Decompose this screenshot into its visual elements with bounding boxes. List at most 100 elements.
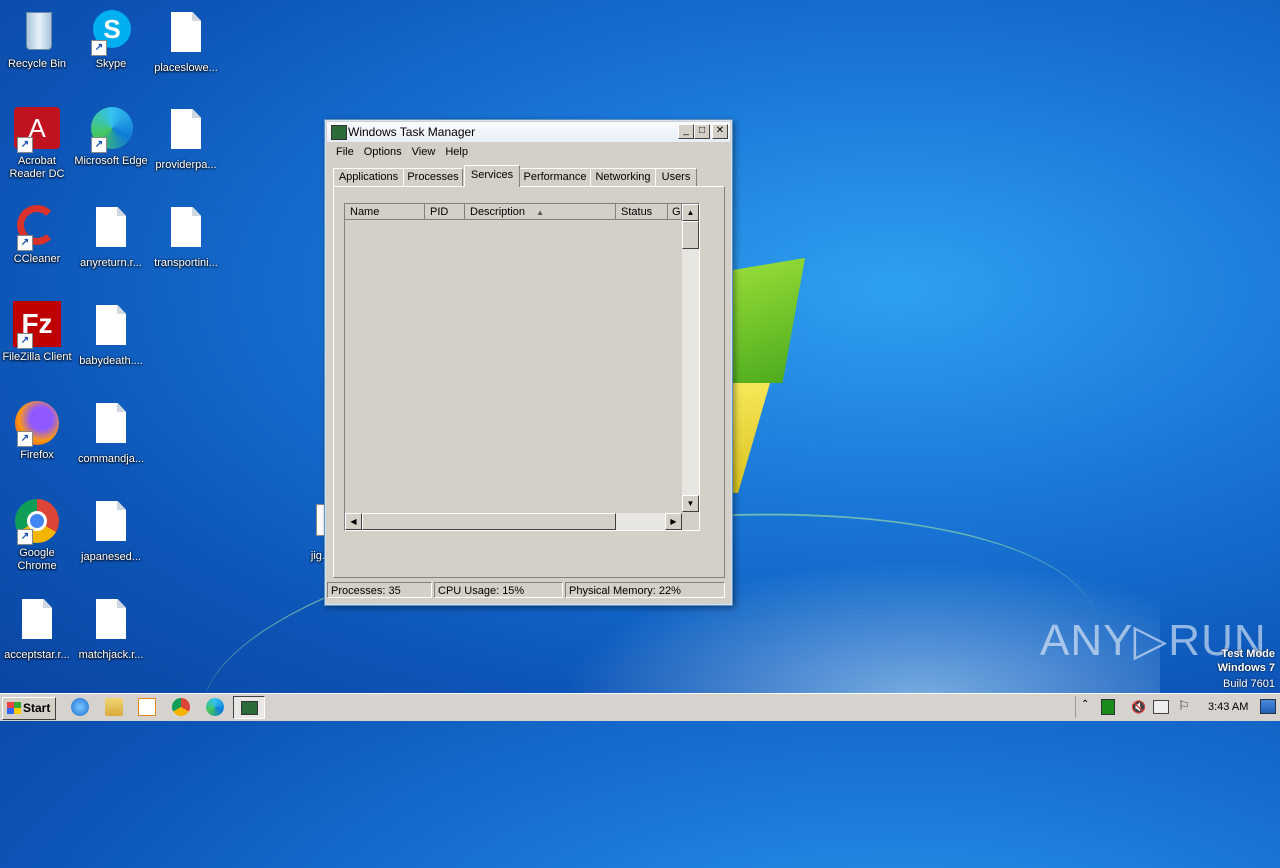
desktop-icon-acceptstar[interactable]: acceptstar.r... (0, 595, 74, 662)
vertical-scrollbar[interactable]: ▲ ▼ (682, 204, 699, 512)
desktop-icon-label: providerpa... (155, 159, 217, 171)
firefox-icon: ↗ (13, 399, 61, 447)
menu-view[interactable]: View (407, 144, 441, 160)
file-explorer-icon[interactable] (105, 698, 123, 716)
desktop-icon-label: Recycle Bin (7, 58, 67, 70)
menu-file[interactable]: File (331, 144, 359, 160)
menu-help[interactable]: Help (440, 144, 473, 160)
minimize-button[interactable]: _ (678, 124, 694, 139)
start-label: Start (23, 701, 51, 715)
desktop-icon-recycle-bin[interactable]: Recycle Bin (0, 8, 74, 71)
skype-icon: S ↗ (87, 8, 135, 56)
file-icon (87, 403, 135, 451)
vertical-scroll-thumb[interactable] (682, 221, 699, 249)
scroll-up-button[interactable]: ▲ (682, 204, 699, 221)
desktop-icon-chrome[interactable]: ↗ Google Chrome (0, 497, 74, 573)
column-group[interactable]: G (668, 204, 682, 220)
desktop-icon-japanesed[interactable]: japanesed... (74, 497, 148, 564)
tab-networking[interactable]: Networking (590, 168, 656, 186)
column-description-label: Description (470, 206, 526, 218)
title-bar[interactable]: Windows Task Manager _ □ ✕ (327, 122, 730, 142)
desktop-icon-transportini[interactable]: transportini... (149, 203, 223, 270)
task-manager-taskbar-button[interactable] (233, 696, 265, 719)
horizontal-scroll-thumb[interactable] (362, 513, 616, 530)
desktop-icon-label: commandja... (77, 453, 145, 465)
file-icon (87, 599, 135, 647)
desktop-icon-filezilla[interactable]: Fz ↗ FileZilla Client (0, 301, 74, 364)
speaker-icon[interactable]: 🔇 (1131, 700, 1146, 714)
desktop-icon-edge[interactable]: ↗ Microsoft Edge (74, 105, 148, 168)
desktop-icon-babydeath[interactable]: babydeath.... (74, 301, 148, 368)
status-bar: Processes: 35 CPU Usage: 15% Physical Me… (327, 582, 730, 600)
desktop-icon-label: Firefox (20, 449, 54, 461)
maximize-button[interactable]: □ (694, 124, 710, 139)
desktop-icon-label: Google Chrome (17, 547, 57, 572)
tab-performance[interactable]: Performance (519, 168, 591, 186)
tab-services[interactable]: Services (464, 165, 520, 187)
internet-explorer-icon[interactable] (71, 698, 89, 716)
desktop-icon-acrobat[interactable]: A ↗ Acrobat Reader DC (0, 105, 74, 181)
acrobat-icon: A ↗ (13, 105, 61, 153)
column-pid[interactable]: PID (425, 204, 465, 220)
desktop-icon-label: placeslowe... (154, 62, 218, 74)
windows-version-label: Windows 7 (1217, 662, 1275, 674)
desktop-icon-ccleaner[interactable]: ↗ CCleaner (0, 203, 74, 266)
close-button[interactable]: ✕ (712, 124, 728, 139)
network-icon[interactable] (1153, 700, 1169, 714)
menu-options[interactable]: Options (359, 144, 407, 160)
test-mode-label: Test Mode (1221, 648, 1275, 660)
desktop-icon-label: anyreturn.r... (80, 257, 142, 269)
task-manager-icon (331, 125, 347, 140)
build-label: Build 7601 (1223, 678, 1275, 690)
windows-logo-icon (7, 702, 21, 714)
tray-divider (1075, 696, 1076, 718)
desktop-icon-label: FileZilla Client (2, 351, 72, 363)
file-icon (162, 109, 210, 157)
window-title: Windows Task Manager (348, 125, 476, 139)
edge-taskbar-icon[interactable] (206, 698, 224, 716)
tab-users[interactable]: Users (655, 168, 697, 186)
column-status[interactable]: Status (616, 204, 668, 220)
desktop-icon-label: transportini... (154, 257, 218, 269)
column-description[interactable]: Description ▲ (465, 204, 616, 220)
task-manager-window[interactable]: Windows Task Manager _ □ ✕ File Options Vi… (324, 119, 733, 606)
scroll-left-button[interactable]: ◀ (345, 513, 362, 530)
taskbar: Start ⌃ 🔇 ⚐ 3:43 AM (0, 693, 1280, 721)
scroll-right-button[interactable]: ▶ (665, 513, 682, 530)
status-cpu-usage: CPU Usage: 15% (434, 582, 563, 598)
chrome-taskbar-icon[interactable] (172, 698, 190, 716)
file-icon (13, 599, 61, 647)
file-icon (87, 501, 135, 549)
action-center-flag-icon[interactable]: ⚐ (1178, 698, 1190, 714)
show-desktop-icon[interactable] (1260, 699, 1276, 714)
tab-processes[interactable]: Processes (403, 168, 463, 186)
desktop-icon-anyreturn[interactable]: anyreturn.r... (74, 203, 148, 270)
scroll-down-button[interactable]: ▼ (682, 495, 699, 512)
file-icon (87, 207, 135, 255)
media-player-icon[interactable] (138, 698, 156, 716)
chrome-icon: ↗ (13, 497, 61, 545)
wallpaper-green-shape (730, 258, 805, 383)
column-name[interactable]: Name (345, 204, 425, 220)
desktop-icon-label: acceptstar.r... (4, 649, 70, 661)
desktop-icon-label: Skype (95, 58, 127, 70)
services-list[interactable]: Name PID Description ▲ Status G ▲ ▼ ◀ ▶ (344, 203, 700, 531)
show-hidden-icons-icon[interactable]: ⌃ (1081, 699, 1089, 710)
desktop-icon-providerpa[interactable]: providerpa... (149, 105, 223, 172)
desktop-icon-label: CCleaner (13, 253, 61, 265)
status-physical-memory: Physical Memory: 22% (565, 582, 725, 598)
desktop-icon-matchjack[interactable]: matchjack.r... (74, 595, 148, 662)
clock[interactable]: 3:43 AM (1208, 701, 1248, 713)
sort-ascending-icon: ▲ (536, 208, 545, 217)
desktop-icon-commandja[interactable]: commandja... (74, 399, 148, 466)
start-button[interactable]: Start (2, 697, 56, 720)
desktop-icon-skype[interactable]: S ↗ Skype (74, 8, 148, 71)
filezilla-icon: Fz ↗ (13, 301, 61, 349)
cpu-meter-icon[interactable] (1101, 699, 1115, 715)
desktop-icon-label: japanesed... (81, 551, 141, 563)
desktop-icon-placeslowe[interactable]: placeslowe... (149, 8, 223, 75)
horizontal-scrollbar[interactable]: ◀ ▶ (345, 513, 682, 530)
desktop-icon-firefox[interactable]: ↗ Firefox (0, 399, 74, 462)
tab-applications[interactable]: Applications (333, 168, 404, 186)
file-icon (87, 305, 135, 353)
